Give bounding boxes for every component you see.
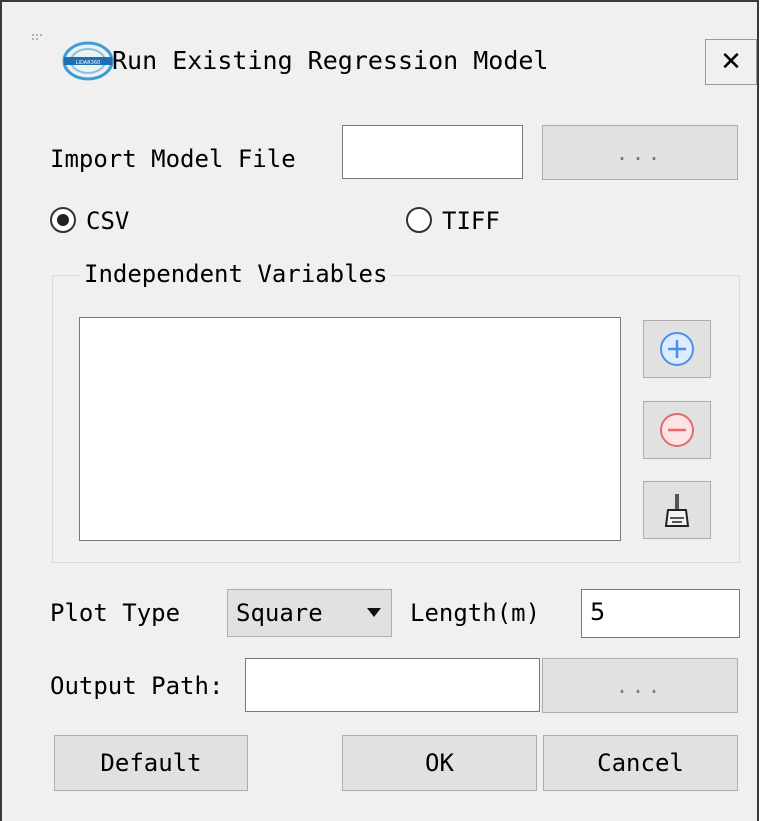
independent-variables-title: Independent Variables [80,260,392,288]
plot-type-label: Plot Type [50,599,181,627]
remove-variable-button[interactable] [643,401,711,459]
radio-csv-label[interactable]: CSV [86,207,129,235]
clear-variables-button[interactable] [643,481,711,539]
app-logo-icon: LIDAR360 [62,41,114,81]
import-model-label: Import Model File [50,145,296,173]
output-browse-button[interactable]: ... [542,658,738,713]
svg-text:LIDAR360: LIDAR360 [76,60,100,66]
radio-csv[interactable] [50,207,76,233]
add-variable-button[interactable] [643,320,711,378]
ok-button[interactable]: OK [342,735,537,791]
run-regression-dialog: LIDAR360 Run Existing Regression Model ✕… [0,0,759,821]
plot-type-value: Square [236,599,323,627]
close-button[interactable]: ✕ [705,39,757,85]
dialog-title: Run Existing Regression Model [112,46,549,75]
length-input[interactable]: 5 [581,589,740,638]
import-browse-button[interactable]: ... [542,125,738,180]
independent-variables-list[interactable] [79,317,621,541]
output-path-input[interactable] [245,658,540,712]
plot-type-select[interactable]: Square [227,589,392,637]
title-bar[interactable]: LIDAR360 Run Existing Regression Model ✕ [2,2,757,102]
brush-icon [664,494,690,527]
radio-tiff[interactable] [406,207,432,233]
minus-circle-icon [660,413,694,447]
cancel-button[interactable]: Cancel [543,735,738,791]
length-label: Length(m) [410,599,541,627]
plus-circle-icon [660,332,694,366]
chevron-down-icon [367,608,381,617]
import-model-input[interactable] [342,125,523,179]
default-button[interactable]: Default [54,735,248,791]
output-path-label: Output Path: [50,672,224,700]
radio-tiff-label[interactable]: TIFF [442,207,500,235]
grip-icon [32,34,46,48]
